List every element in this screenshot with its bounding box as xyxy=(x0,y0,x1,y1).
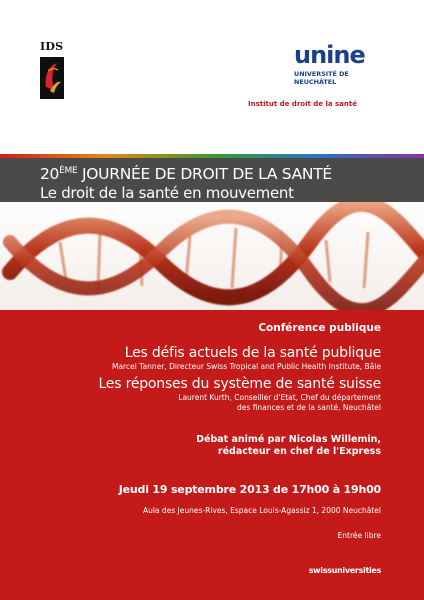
talk2-speaker-line-1: Laurent Kurth, Conseiller d'Etat, Chef d… xyxy=(178,393,381,402)
program-section: Conférence publique Les défis actuels de… xyxy=(0,310,424,600)
ids-logo-text: IDS xyxy=(40,40,64,53)
ids-logo: IDS xyxy=(40,40,70,99)
unine-logo-text: unine xyxy=(294,41,366,69)
event-location: Aula des Jeunes-Rives, Espace Louis-Agas… xyxy=(142,506,381,515)
institut-label: Institut de droit de la santé xyxy=(248,100,357,108)
talk2-title: Les réponses du système de santé suisse xyxy=(98,376,381,392)
university-line-1: UNIVERSITÉ DE xyxy=(294,70,349,78)
debate-line-2: rédacteur en chef de l'Express xyxy=(217,446,381,457)
event-title: 20ÈME JOURNÉE DE DROIT DE LA SANTÉ xyxy=(40,165,332,183)
university-line-2: NEUCHÂTEL xyxy=(294,78,337,86)
unine-logo: unine UNIVERSITÉ DE NEUCHÂTEL xyxy=(294,40,384,86)
conference-label: Conférence publique xyxy=(258,322,381,334)
title-number: 20 xyxy=(40,165,60,183)
talk1-title: Les défis actuels de la santé publique xyxy=(124,345,381,361)
debate-line-1: Débat animé par Nicolas Willemin, xyxy=(196,434,381,445)
event-date: Jeudi 19 septembre 2013 de 17h00 à 19h00 xyxy=(118,483,381,496)
title-rest: JOURNÉE DE DROIT DE LA SANTÉ xyxy=(77,165,332,183)
dna-helix-image xyxy=(0,202,424,310)
talk2-speaker-line-2: des finances et de la santé, Neuchâtel xyxy=(237,403,381,412)
title-banner: 20ÈME JOURNÉE DE DROIT DE LA SANTÉ Le dr… xyxy=(0,158,424,202)
talk1-speaker: Marcel Tanner, Directeur Swiss Tropical … xyxy=(111,362,381,371)
header: IDS unine UNIVERSITÉ DE NEUCHÂTEL Instit… xyxy=(0,0,424,140)
ids-emblem-icon xyxy=(40,57,64,99)
event-subtitle: Le droit de la santé en mouvement xyxy=(40,184,294,202)
swissuniversities-logo: swissuniversities xyxy=(308,566,382,575)
entry-note: Entrée libre xyxy=(337,531,381,540)
title-ordinal: ÈME xyxy=(59,166,78,176)
